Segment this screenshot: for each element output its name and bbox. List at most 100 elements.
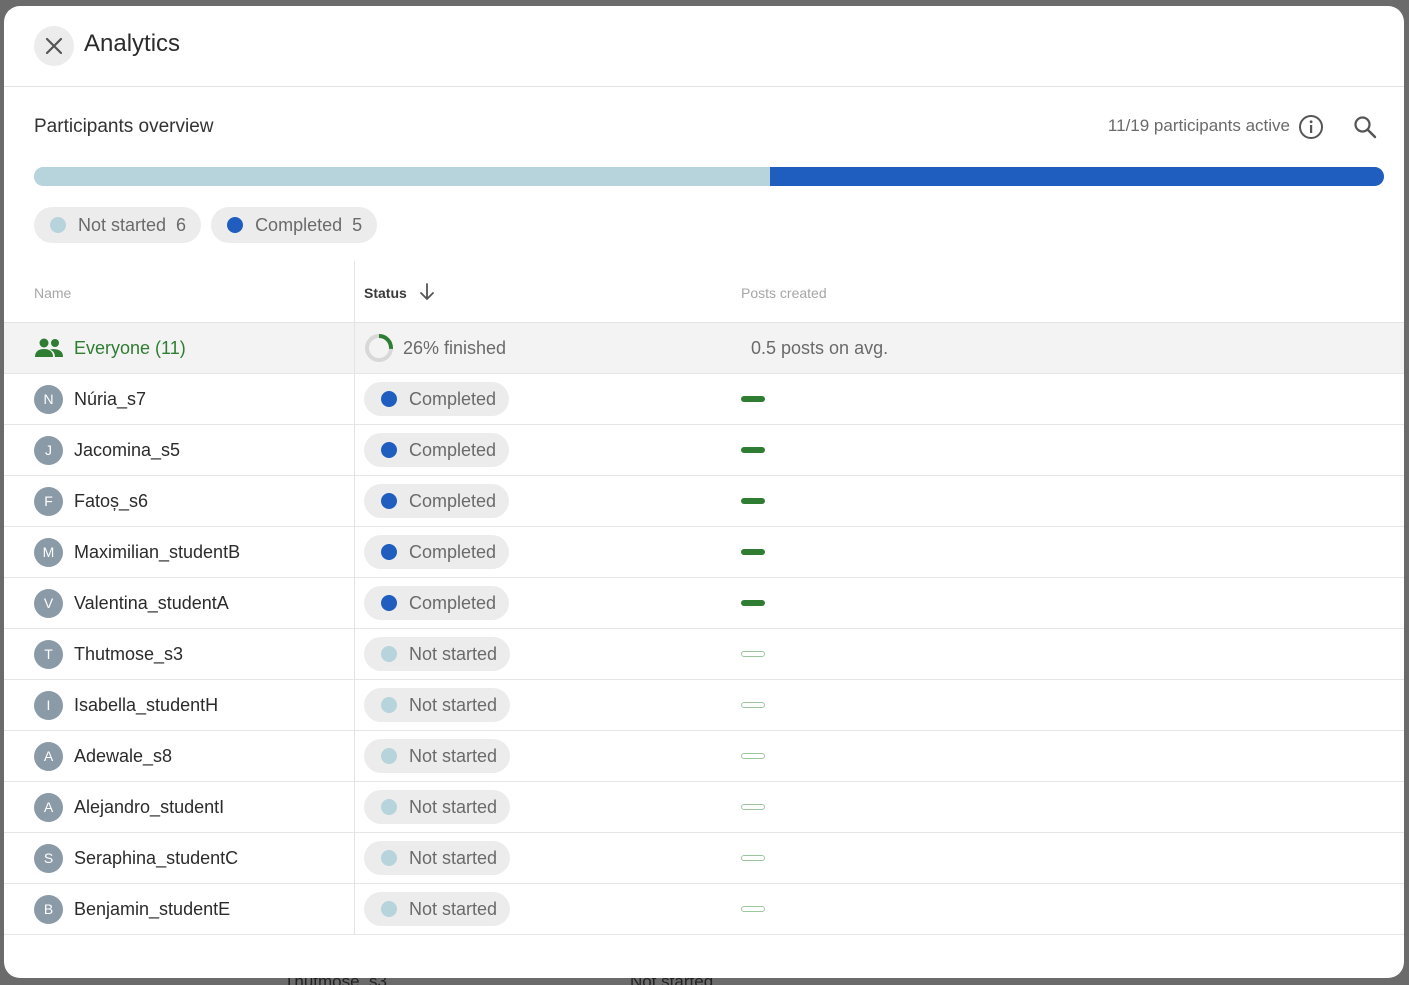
everyone-label: Everyone (11): [74, 337, 186, 358]
avatar: A: [34, 741, 63, 771]
info-icon[interactable]: [1298, 114, 1324, 140]
table-row[interactable]: B Benjamin_studentE Not started: [4, 884, 1404, 935]
posts-cell: [741, 731, 765, 781]
active-participants-count: 11/19 participants active: [1107, 116, 1290, 135]
column-header-status[interactable]: Status: [364, 282, 435, 301]
status-badge: Not started: [364, 739, 511, 773]
participant-name: Maximilian_studentB: [74, 541, 241, 562]
not-started-dot-icon: [381, 901, 397, 917]
status-legend: Not started 6 Completed 5: [34, 207, 378, 243]
posts-indicator-bar: [741, 906, 765, 912]
everyone-posts-cell: 0.5 posts on avg.: [741, 323, 888, 373]
participant-name: Valentina_studentA: [74, 592, 229, 613]
avatar: B: [34, 894, 63, 924]
not-started-dot-icon: [381, 748, 397, 764]
not-started-dot-icon: [381, 799, 397, 815]
legend-count: 5: [352, 214, 363, 235]
participant-status-cell: Not started: [364, 731, 511, 781]
column-divider: [354, 261, 355, 935]
avatar: A: [34, 792, 63, 822]
participant-name: Benjamin_studentE: [74, 898, 231, 919]
posts-cell: [741, 476, 765, 526]
column-header-posts[interactable]: Posts created: [741, 285, 827, 301]
search-icon[interactable]: [1352, 114, 1378, 140]
table-row[interactable]: F Fatoș_s6 Completed: [4, 476, 1404, 527]
participant-name-cell: B Benjamin_studentE: [34, 884, 230, 934]
overview-title: Participants overview: [34, 116, 214, 137]
posts-indicator-bar: [741, 753, 765, 759]
posts-cell: [741, 578, 765, 628]
status-badge: Completed: [364, 586, 510, 620]
participant-status-cell: Not started: [364, 884, 511, 934]
posts-indicator-bar: [741, 855, 765, 861]
close-button[interactable]: [34, 26, 74, 66]
dialog-header: Analytics: [4, 6, 1404, 87]
table-row[interactable]: N Núria_s7 Completed: [4, 374, 1404, 425]
status-label: Not started: [409, 643, 498, 664]
completed-dot-icon: [381, 595, 397, 611]
participant-name: Jacomina_s5: [74, 439, 181, 460]
posts-average: 0.5 posts on avg.: [751, 337, 889, 358]
participant-status-cell: Not started: [364, 680, 511, 730]
posts-indicator-bar: [741, 804, 765, 810]
participant-name: Thutmose_s3: [74, 643, 184, 664]
table-row[interactable]: J Jacomina_s5 Completed: [4, 425, 1404, 476]
avatar: F: [34, 486, 63, 516]
status-label: Not started: [409, 745, 498, 766]
posts-cell: [741, 782, 765, 832]
participant-status-cell: Not started: [364, 833, 511, 883]
completed-dot-icon: [381, 391, 397, 407]
sort-arrow-down-icon: [419, 282, 434, 300]
posts-indicator-bar: [741, 702, 765, 708]
progress-not-started-segment: [34, 167, 771, 186]
participant-name-cell: S Seraphina_studentC: [34, 833, 238, 883]
analytics-dialog: Analytics Participants overview 11/19 pa…: [4, 6, 1404, 978]
posts-cell: [741, 425, 765, 475]
legend-chip-not-started[interactable]: Not started 6: [34, 207, 202, 243]
status-label: Not started: [409, 694, 498, 715]
posts-cell: [741, 527, 765, 577]
completed-dot-icon: [381, 442, 397, 458]
not-started-dot-icon: [50, 217, 66, 233]
participant-status-cell: Completed: [364, 425, 510, 475]
legend-chip-completed[interactable]: Completed 5: [211, 207, 378, 243]
group-icon: [35, 338, 63, 357]
status-label: Completed: [409, 388, 497, 409]
not-started-dot-icon: [381, 697, 397, 713]
participant-name: Isabella_studentH: [74, 694, 219, 715]
participant-status-cell: Not started: [364, 629, 511, 679]
table-row[interactable]: M Maximilian_studentB Completed: [4, 527, 1404, 578]
participant-name-cell: F Fatoș_s6: [34, 476, 148, 526]
posts-cell: [741, 884, 765, 934]
dialog-title: Analytics: [84, 30, 181, 57]
table-header: Name Status Posts created: [4, 261, 1404, 323]
status-badge: Completed: [364, 484, 510, 518]
participant-name-cell: I Isabella_studentH: [34, 680, 218, 730]
table-row[interactable]: A Adewale_s8 Not started: [4, 731, 1404, 782]
everyone-name-cell: Everyone (11): [34, 323, 186, 373]
table-row[interactable]: A Alejandro_studentI Not started: [4, 782, 1404, 833]
everyone-row[interactable]: Everyone (11) 26% finished 0.5 posts on …: [4, 323, 1404, 374]
status-label: Completed: [409, 541, 497, 562]
table-row[interactable]: V Valentina_studentA Completed: [4, 578, 1404, 629]
table-row[interactable]: T Thutmose_s3 Not started: [4, 629, 1404, 680]
participant-name-cell: N Núria_s7: [34, 374, 146, 424]
posts-indicator-bar: [741, 396, 765, 402]
participant-name-cell: J Jacomina_s5: [34, 425, 180, 475]
posts-cell: [741, 629, 765, 679]
table-row[interactable]: I Isabella_studentH Not started: [4, 680, 1404, 731]
status-badge: Completed: [364, 433, 510, 467]
participant-status-cell: Completed: [364, 476, 510, 526]
status-badge: Not started: [364, 841, 511, 875]
column-header-name[interactable]: Name: [34, 285, 71, 301]
avatar: S: [34, 843, 63, 873]
status-label: Not started: [409, 796, 498, 817]
not-started-dot-icon: [381, 850, 397, 866]
status-badge: Not started: [364, 892, 511, 926]
legend-label: Not started: [78, 214, 167, 235]
participant-name: Adewale_s8: [74, 745, 173, 766]
participant-name: Fatoș_s6: [74, 490, 149, 511]
completed-dot-icon: [227, 217, 244, 233]
table-row[interactable]: S Seraphina_studentC Not started: [4, 833, 1404, 884]
posts-indicator-bar: [741, 447, 765, 453]
